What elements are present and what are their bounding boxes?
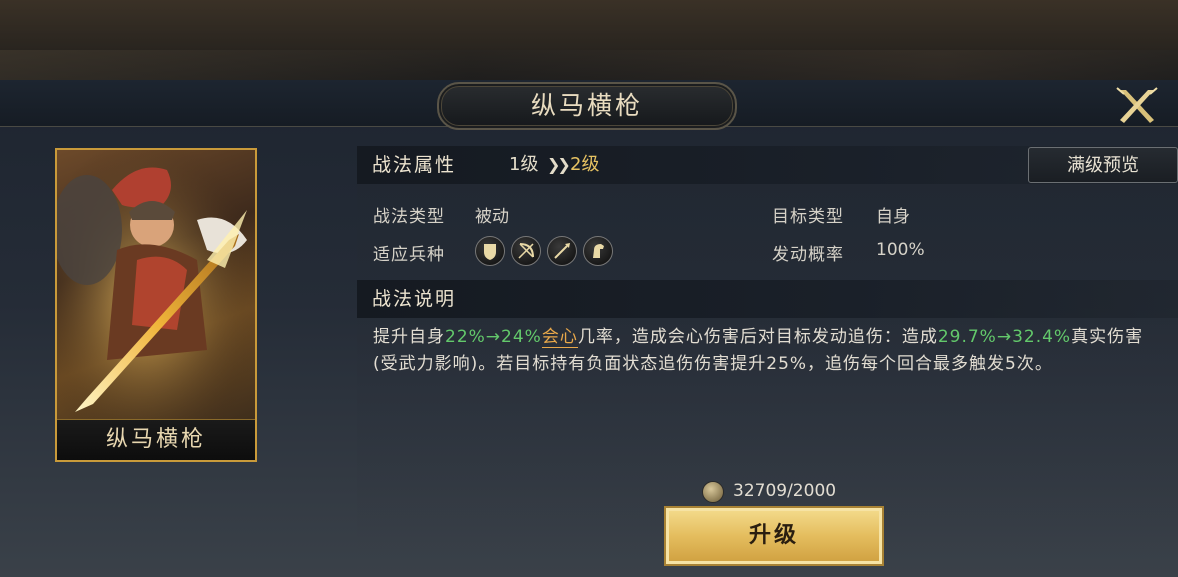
desc-segment: 提升自身 [373,327,445,347]
type-value: 被动 [475,207,509,227]
coin-icon [702,481,724,503]
close-button[interactable] [1114,86,1160,126]
upgrade-button[interactable]: 升级 [664,506,884,566]
skill-attrs-title: 战法属性 [372,154,457,176]
skill-card: 纵马横枪 [55,148,257,462]
level-arrow-icon: ❯❯ [547,155,571,174]
max-level-preview-button[interactable]: 满级预览 [1028,147,1178,183]
type-label: 战法类型 [373,207,445,227]
target-value: 自身 [876,207,910,227]
bow-icon [511,236,541,266]
desc-segment: 几率，造成会心伤害后对目标发动追伤：造成 [577,327,938,347]
desc-damage-rate: 29.7%→32.4% [937,327,1072,347]
level-to: 2级 [570,154,600,175]
close-x-icon [1116,87,1158,123]
skill-desc-title: 战法说明 [372,288,457,310]
desc-crit-rate: 22%→24% [445,327,542,347]
horse-icon [583,236,613,266]
general-portrait [57,150,255,420]
target-label: 目标类型 [772,207,844,227]
shield-icon [475,236,505,266]
level-from: 1级 [509,154,539,175]
card-name: 纵马横枪 [57,419,255,460]
rate-value: 100% [876,240,925,260]
spear-icon [547,236,577,266]
window-title: 纵马横枪 [437,82,737,130]
rate-label: 发动概率 [772,245,844,265]
crit-keyword-link[interactable]: 会心 [541,327,578,348]
skill-description: 提升自身22%→24%会心几率，造成会心伤害后对目标发动追伤：造成29.7%→3… [373,324,1163,378]
skill-desc-bar: 战法说明 [357,280,1178,318]
background-top-banner [0,0,1178,80]
upgrade-cost: 32709/2000 [733,481,837,501]
troops-label: 适应兵种 [373,245,445,265]
